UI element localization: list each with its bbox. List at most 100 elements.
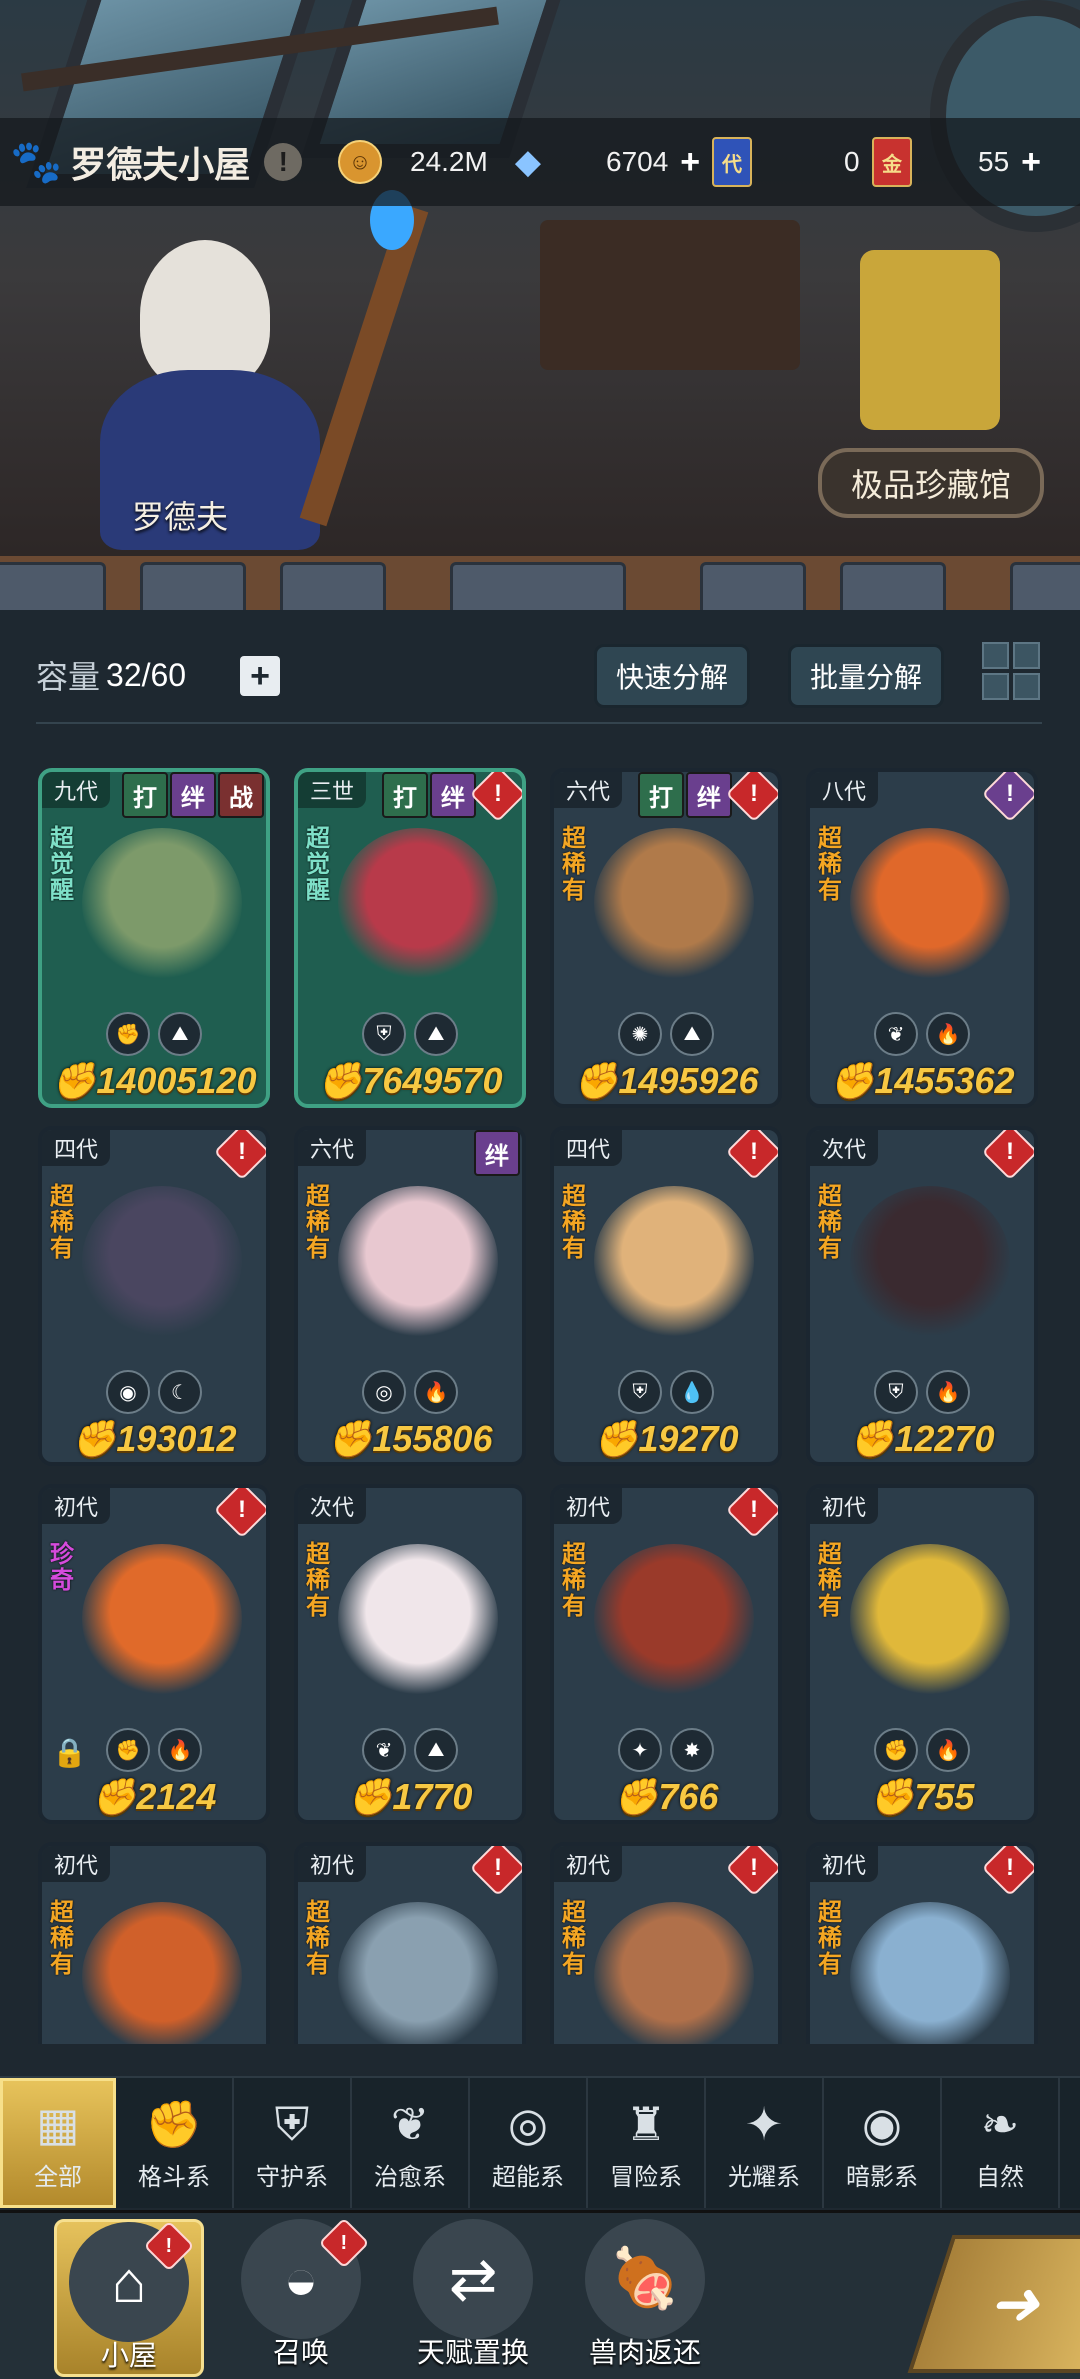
floor-plank [0, 562, 106, 610]
batch-decompose-button[interactable]: 批量分解 [788, 644, 944, 708]
tab-alien[interactable]: ◎ 超能系 [470, 2078, 588, 2208]
tab-label: 暗影系 [846, 2163, 918, 2191]
tab-shield[interactable]: ⛨ 守护系 [234, 2078, 352, 2208]
element-icons: ✊ ⛰ [42, 1012, 266, 1056]
sprout-icon: ❦ [390, 2097, 430, 2150]
element-icon: ⛰ [158, 1012, 202, 1056]
pet-card[interactable]: 次代超稀有 ❦ ⛰ ✊1770 [294, 1484, 526, 1824]
power-value: 766 [658, 1776, 719, 1817]
rarity-label: 珍奇 [50, 1541, 74, 1594]
power-value: 19270 [638, 1418, 739, 1459]
element-icons: ◉ ☾ [42, 1370, 266, 1414]
pet-card[interactable]: 初代! 超稀有 [550, 1842, 782, 2044]
pet-card[interactable]: 次代! 超稀有 ⛨ 🔥 ✊12270 [806, 1126, 1038, 1466]
card-tags: 打绊战 [120, 772, 264, 818]
floor-plank [840, 562, 946, 610]
pet-card[interactable]: 四代! 超稀有 ◉ ☾ ✊193012 [38, 1126, 270, 1466]
card-tags: ! [213, 1130, 266, 1181]
rarity-label: 超稀有 [306, 1183, 330, 1262]
power-icon: ✊ [317, 1060, 363, 1101]
floor-plank [1010, 562, 1080, 610]
pet-card[interactable]: 初代! 超稀有 [294, 1842, 526, 2044]
quick-decompose-button[interactable]: 快速分解 [594, 644, 750, 708]
alert-icon: ! [725, 772, 778, 823]
capacity-label: 容量 [36, 659, 101, 695]
floor-plank [700, 562, 806, 610]
tab-label: 治愈系 [374, 2163, 446, 2191]
museum-button[interactable]: 极品珍藏馆 [818, 448, 1044, 518]
tag-badge: 绊 [430, 772, 476, 818]
rarity-label: 超稀有 [50, 1899, 74, 1978]
power-icon: ✊ [573, 1060, 619, 1101]
combat-power: ✊12270 [810, 1418, 1034, 1460]
card-tags: ! [725, 1130, 778, 1181]
treasure-throne[interactable] [860, 250, 1000, 430]
nav-house[interactable]: ⌂ 小屋! [54, 2219, 204, 2377]
pet-card[interactable]: 初代! 超稀有 [806, 1842, 1038, 2044]
power-value: 2124 [136, 1776, 217, 1817]
tab-leaf[interactable]: ❧ 自然 [942, 2078, 1060, 2208]
element-icon: ⛰ [670, 1012, 714, 1056]
alert-icon: ! [981, 1846, 1034, 1897]
grid-view-icon[interactable] [982, 642, 1040, 700]
desk [540, 220, 800, 370]
rarity-label: 超稀有 [306, 1541, 330, 1620]
pet-card[interactable]: 八代! 超稀有 ❦ 🔥 ✊1455362 [806, 768, 1038, 1108]
pet-portrait [82, 1544, 242, 1694]
element-icon: 🔥 [926, 1370, 970, 1414]
tag-badge: 打 [638, 772, 684, 818]
jin-add-button[interactable]: + [1021, 143, 1041, 182]
leaf-icon: ❧ [980, 2097, 1020, 2150]
tab-label: 光耀系 [728, 2163, 800, 2191]
pet-portrait [338, 828, 498, 978]
element-icon: ⛨ [362, 1012, 406, 1056]
tab-label: 格斗系 [138, 2163, 210, 2191]
pet-card[interactable]: 三世打绊! 超觉醒 ⛨ ⛰ ✊7649570 [294, 768, 526, 1108]
alien-icon: ◎ [507, 2097, 549, 2150]
pet-card[interactable]: 四代! 超稀有 ⛨ 💧 ✊19270 [550, 1126, 782, 1466]
tab-lantern[interactable]: ♜ 冒险系 [588, 2078, 706, 2208]
power-value: 12270 [894, 1418, 995, 1459]
power-icon: ✊ [71, 1418, 117, 1459]
combat-power: ✊1495926 [554, 1060, 778, 1102]
floor [0, 556, 1080, 610]
crystal-counter: ◆ 6704 + [508, 138, 700, 186]
lantern-icon: ♜ [625, 2097, 667, 2150]
pet-card[interactable]: 初代超稀有 [38, 1842, 270, 2044]
alert-icon: ! [981, 772, 1034, 823]
tab-star[interactable]: ✦ 光耀系 [706, 2078, 824, 2208]
pet-portrait [850, 1902, 1010, 2044]
power-icon: ✊ [593, 1418, 639, 1459]
pet-portrait [82, 828, 242, 978]
power-value: 755 [914, 1776, 975, 1817]
alert-icon: ! [981, 1130, 1034, 1181]
tab-eye[interactable]: ◉ 暗影系 [824, 2078, 942, 2208]
tab-fist[interactable]: ✊ 格斗系 [116, 2078, 234, 2208]
power-value: 1770 [392, 1776, 473, 1817]
element-icons: ✺ ⛰ [554, 1012, 778, 1056]
crystal-add-button[interactable]: + [680, 143, 700, 182]
shield-icon: ⛨ [274, 2097, 310, 2150]
capacity-add-button[interactable]: + [240, 656, 280, 696]
pet-card[interactable]: 六代打绊! 超稀有 ✺ ⛰ ✊1495926 [550, 768, 782, 1108]
pet-card[interactable]: 初代! 超稀有 ✦ ✸ ✊766 [550, 1484, 782, 1824]
pet-card[interactable]: 九代打绊战超觉醒 ✊ ⛰ ✊14005120 [38, 768, 270, 1108]
nav-egg[interactable]: ◒ 召唤! [226, 2217, 376, 2377]
pet-card[interactable]: 初代超稀有 ✊ 🔥 ✊755 [806, 1484, 1038, 1824]
rarity-label: 超稀有 [562, 1899, 586, 1978]
generation-label: 九代 [42, 772, 111, 808]
tag-badge: 绊 [474, 1130, 520, 1176]
tab-all[interactable]: ▦ 全部 [0, 2078, 116, 2208]
exclamation-icon[interactable]: ! [264, 143, 303, 181]
arrow-right-icon[interactable]: ➜ [907, 2235, 1080, 2373]
power-icon: ✊ [869, 1776, 915, 1817]
pet-card[interactable]: 初代! 珍奇 🔒 ✊ 🔥 ✊2124 [38, 1484, 270, 1824]
rarity-label: 超稀有 [818, 1899, 842, 1978]
nav-swap[interactable]: ⇄ 天赋置换 [398, 2219, 548, 2377]
generation-label: 初代 [298, 1846, 367, 1882]
combat-power: ✊19270 [554, 1418, 778, 1460]
tab-sprout[interactable]: ❦ 治愈系 [352, 2078, 470, 2208]
nav-meat[interactable]: 🍖 兽肉返还 [570, 2219, 720, 2377]
element-icon: ✦ [618, 1728, 662, 1772]
pet-card[interactable]: 六代绊超稀有 ◎ 🔥 ✊155806 [294, 1126, 526, 1466]
